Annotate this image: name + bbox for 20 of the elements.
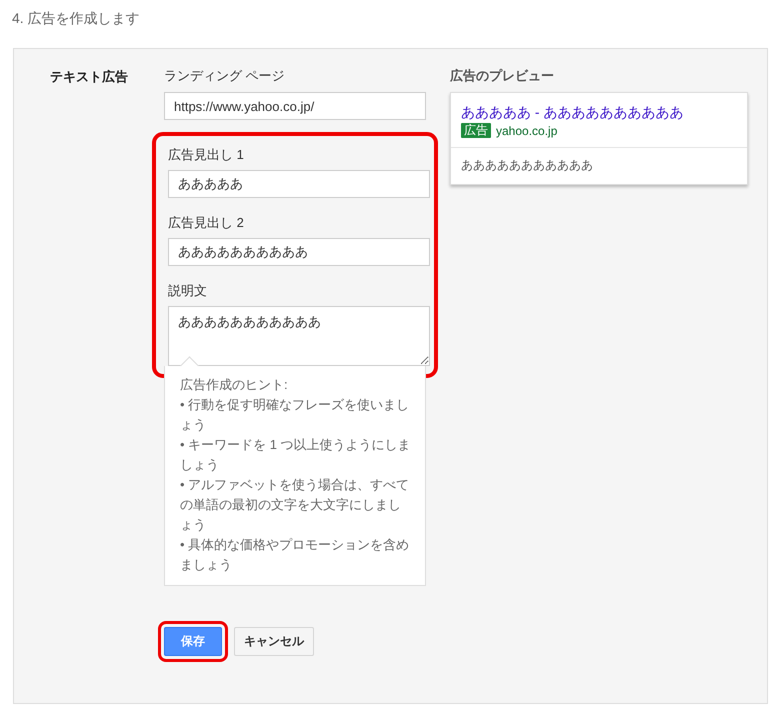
section-label: テキスト広告 (50, 69, 128, 84)
field-label: ランディング ページ (164, 67, 286, 83)
hint-text: • アルファベットを使う場合は、すべての単語の最初の文字を大文字にしましょう (180, 476, 410, 534)
field-label: 広告見出し 2 (168, 214, 245, 230)
description-field[interactable]: あああああああああああ (168, 306, 430, 366)
ad-url: yahoo.co.jp (496, 124, 558, 138)
hint-text: • 行動を促す明確なフレーズを使いましょう (180, 396, 410, 434)
hint-text: • 具体的な価格やプロモーションを含めましょう (180, 536, 410, 574)
preview-title: 広告のプレビュー (450, 67, 555, 83)
landing-page-field[interactable]: https://www.yahoo.co.jp/ (164, 92, 426, 120)
headline-field[interactable]: あああああ (168, 170, 430, 198)
ad-description: あああああああああああ (460, 157, 594, 174)
page-title: 4. 広告を作成します (12, 10, 141, 28)
hint-text: • キーワードを 1 つ以上使うようにしましょう (180, 436, 411, 474)
headline-field[interactable]: ああああああああああ (168, 238, 430, 266)
ad-badge: 広告 (461, 123, 491, 138)
hints-title: 広告作成のヒント: (180, 376, 289, 394)
field-label: 説明文 (168, 282, 208, 298)
field-label: 広告見出し 1 (168, 146, 245, 162)
ad-headline: あああああ - ああああああああああ (461, 103, 684, 121)
